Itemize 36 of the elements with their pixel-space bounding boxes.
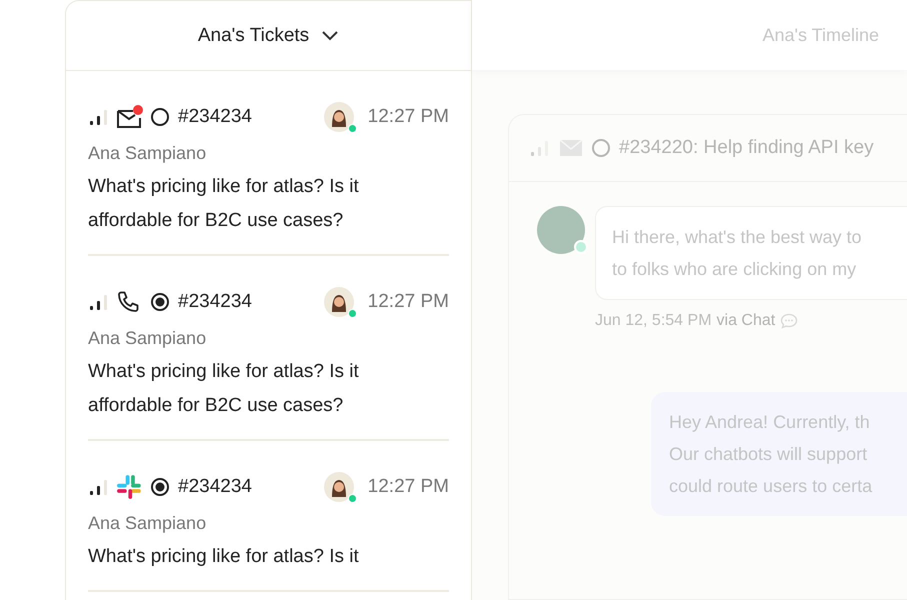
priority-bars-icon (529, 140, 551, 156)
message-bubble: Hey Andrea! Currently, th Our chatbots will support could route users to certa (651, 392, 907, 516)
priority-bars-icon (88, 479, 110, 495)
ticket-item[interactable]: #234234 12:27 PM Ana Sampiano What's pricing like for atlas? Is it affordable for B2C use cases? (88, 71, 449, 256)
avatar-icon (537, 206, 585, 254)
chevron-icon (321, 30, 340, 42)
conversation-subject: #234220: Help finding API key (619, 137, 874, 159)
tickets-dropdown[interactable]: Ana's Tickets (66, 1, 471, 71)
avatar-icon (324, 102, 354, 132)
requester-name: Ana Sampiano (88, 143, 208, 164)
open-status-icon (591, 138, 611, 158)
pending-status-icon (150, 292, 170, 312)
ticket-message: What's pricing like for atlas? Is it (88, 545, 360, 569)
requester-name: Ana Sampiano (88, 328, 208, 349)
message-bubble: Hi there, what's the best way to to folks who are clicking on my (595, 206, 907, 300)
ticket-time: 12:27 PM (368, 476, 449, 498)
message-channel: via Chat (716, 312, 776, 330)
ticket-time: 12:27 PM (368, 106, 449, 128)
avatar-icon (324, 287, 354, 317)
requester-name: Ana Sampiano (88, 513, 208, 534)
ticket-number: #234234 (178, 106, 252, 128)
ticket-item[interactable]: #234234 12:27 PM Ana Sampiano What's pricing like for atlas? Is it (88, 441, 449, 592)
chat-bubble-icon (780, 313, 798, 329)
envelope-icon (559, 139, 583, 157)
message-timestamp: Jun 12, 5:54 PM (595, 312, 712, 330)
priority-bars-icon (88, 294, 110, 310)
avatar-icon (324, 472, 354, 502)
open-status-icon (150, 107, 170, 127)
ticket-number: #234234 (178, 291, 252, 313)
ticket-number: #234234 (178, 476, 252, 498)
ticket-item[interactable]: #234234 12:27 PM Ana Sampiano What's pricing like for atlas? Is it affordable for B2C use cases? (88, 256, 449, 441)
ticket-time: 12:27 PM (368, 291, 449, 313)
ticket-message: What's pricing like for atlas? Is it affordable for B2C use cases? (88, 360, 360, 418)
priority-bars-icon (88, 109, 110, 125)
ticket-message: What's pricing like for atlas? Is it affordable for B2C use cases? (88, 175, 360, 233)
pending-status-icon (150, 477, 170, 497)
